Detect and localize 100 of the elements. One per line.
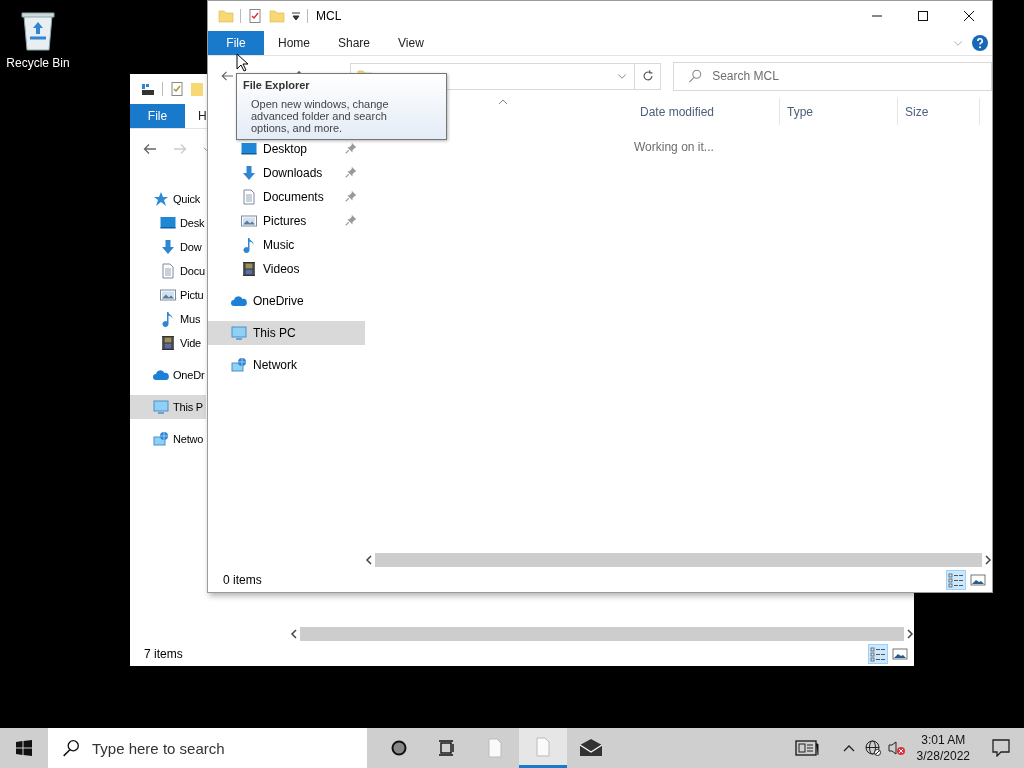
window-title: MCL xyxy=(316,9,342,23)
taskbar-app-button[interactable] xyxy=(519,728,567,768)
desktop-icon-label[interactable]: Recycle Bin xyxy=(6,56,70,70)
scroll-thumb[interactable] xyxy=(300,627,904,641)
navigation-item[interactable]: This PC xyxy=(208,321,365,345)
details-view-icon xyxy=(948,572,964,588)
ribbon-tab[interactable]: H xyxy=(185,104,207,128)
navigation-item-label[interactable]: Quick xyxy=(173,193,201,205)
navigation-item[interactable]: OneDr xyxy=(130,363,206,387)
view-button[interactable] xyxy=(868,644,888,664)
item-count: 0 items xyxy=(223,573,262,587)
ribbon-tab[interactable]: File xyxy=(130,104,185,128)
cloud-icon xyxy=(153,367,169,383)
taskbar-search-field[interactable]: Type here to search xyxy=(48,728,367,768)
music-note-icon xyxy=(160,311,176,327)
network-icon xyxy=(153,431,169,447)
navigation-item-label[interactable]: Videos xyxy=(263,262,300,276)
navigation-item-label[interactable]: Desktop xyxy=(263,142,308,156)
navigation-item[interactable]: Netwo xyxy=(130,427,206,451)
task-view-icon xyxy=(438,740,456,756)
navigation-item-label[interactable]: Docu xyxy=(180,265,205,277)
navigation-item-label[interactable]: Pictures xyxy=(263,214,307,228)
scroll-right-icon[interactable] xyxy=(906,629,914,639)
navigation-item-label[interactable]: Netwo xyxy=(173,433,204,445)
navigation-item[interactable]: Mus xyxy=(130,307,206,331)
refresh-button[interactable] xyxy=(635,62,662,90)
help-icon[interactable] xyxy=(972,35,988,51)
clock-date: 3/28/2022 xyxy=(916,748,970,764)
film-icon xyxy=(241,261,257,277)
download-arrow-icon xyxy=(160,239,176,255)
navigation-item-label[interactable]: Music xyxy=(263,238,295,252)
navigation-item-label[interactable]: Mus xyxy=(180,313,201,325)
navigation-item-label[interactable]: OneDr xyxy=(173,369,205,381)
navigation-item-label[interactable]: This P xyxy=(173,401,203,413)
navigation-item-label[interactable]: OneDrive xyxy=(253,294,304,308)
navigation-item-label[interactable]: Documents xyxy=(263,190,324,204)
navigation-item-label[interactable]: Pictu xyxy=(180,289,204,301)
circle-icon xyxy=(391,740,407,756)
navigation-item[interactable]: Desktop xyxy=(208,137,365,161)
ribbon-tab[interactable]: File xyxy=(208,31,264,55)
customize-menu-icon[interactable] xyxy=(291,11,301,21)
navigation-item[interactable]: Quick xyxy=(130,187,206,211)
network-icon xyxy=(231,357,247,373)
horizontal-scrollbar[interactable] xyxy=(290,626,914,642)
navigation-item[interactable]: This P xyxy=(130,395,206,419)
navigation-item[interactable]: OneDrive xyxy=(208,289,365,313)
scroll-right-icon[interactable] xyxy=(984,555,992,565)
navigation-item[interactable]: Music xyxy=(208,233,365,257)
loading-message: Working on it... xyxy=(634,140,714,154)
tooltip-text: Open new windows, change advanced folder and search options, and more. xyxy=(250,98,390,134)
image-icon xyxy=(160,287,176,303)
clock[interactable]: 3:01 AM 3/28/2022 xyxy=(908,732,978,764)
column-header[interactable]: Date modified xyxy=(633,98,780,125)
document-icon xyxy=(486,738,504,758)
speech-bubble-icon xyxy=(992,739,1010,757)
navigation-item-label[interactable]: Downloads xyxy=(263,166,323,180)
search-icon xyxy=(688,69,703,83)
folder-icon xyxy=(218,8,234,24)
checklist-icon[interactable] xyxy=(169,81,185,97)
navigation-item[interactable]: Vide xyxy=(130,331,206,355)
scroll-left-icon[interactable] xyxy=(290,629,298,639)
navigation-item-label[interactable]: This PC xyxy=(253,326,296,340)
film-icon xyxy=(160,335,176,351)
close-icon xyxy=(964,11,974,21)
ribbon-tab[interactable]: Home xyxy=(264,31,324,55)
back-arrow-icon[interactable] xyxy=(142,141,158,157)
view-button[interactable] xyxy=(946,570,966,590)
navigation-item[interactable]: Downloads xyxy=(208,161,365,185)
navigation-item-label[interactable]: Desk xyxy=(180,217,205,229)
column-header[interactable]: Size xyxy=(898,98,980,125)
checklist-icon[interactable] xyxy=(247,8,263,24)
column-header[interactable]: Type xyxy=(780,98,898,125)
search-field[interactable]: Search MCL xyxy=(673,61,992,91)
computer-drive-icon xyxy=(140,81,156,97)
navigation-item[interactable]: Dow xyxy=(130,235,206,259)
document-icon xyxy=(534,736,552,757)
large-icons-view-icon xyxy=(970,572,986,588)
ribbon-tab[interactable]: View xyxy=(384,31,438,55)
navigation-item[interactable]: Pictures xyxy=(208,209,365,233)
cloud-icon xyxy=(231,293,247,309)
computer-icon xyxy=(231,325,247,341)
maximize-icon xyxy=(918,11,928,21)
navigation-item[interactable]: Videos xyxy=(208,257,365,281)
ribbon-tab[interactable]: Share xyxy=(324,31,385,55)
navigation-item-label[interactable]: Network xyxy=(253,358,297,372)
navigation-item[interactable]: Network xyxy=(208,353,365,377)
navigation-item-label[interactable]: Dow xyxy=(180,241,202,253)
navigation-item[interactable]: Pictu xyxy=(130,283,206,307)
newspaper-icon xyxy=(794,740,819,756)
horizontal-scrollbar[interactable] xyxy=(365,552,992,568)
monitor-icon xyxy=(160,215,176,231)
refresh-icon xyxy=(640,69,655,83)
navigation-item[interactable]: Docu xyxy=(130,259,206,283)
navigation-item[interactable]: Desk xyxy=(130,211,206,235)
navigation-item[interactable]: Documents xyxy=(208,185,365,209)
details-view-icon xyxy=(870,646,886,662)
scroll-thumb[interactable] xyxy=(375,553,982,567)
document-icon xyxy=(160,263,176,279)
scroll-left-icon[interactable] xyxy=(365,555,373,565)
navigation-item-label[interactable]: Vide xyxy=(180,337,202,349)
